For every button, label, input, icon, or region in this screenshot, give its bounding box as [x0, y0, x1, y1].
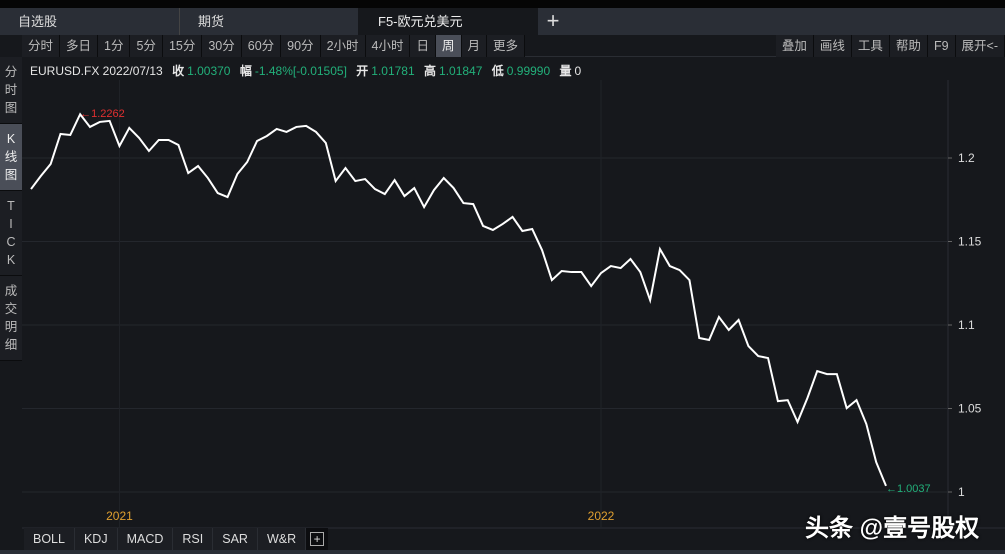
price-line — [30, 112, 887, 487]
bottom-bar — [0, 550, 1005, 554]
indicator-tab[interactable]: W&R — [257, 528, 307, 550]
indicator-tab[interactable]: KDJ — [74, 528, 118, 550]
y-tick-label: 1.15 — [958, 235, 982, 249]
x-tick-label: 2021 — [106, 509, 133, 523]
y-tick-label: 1.05 — [958, 402, 982, 416]
watermark: 头条 @壹号股权 — [805, 515, 980, 542]
plus-icon: + — [310, 532, 325, 546]
y-tick-label: 1.1 — [958, 318, 975, 332]
indicator-tab[interactable]: SAR — [213, 528, 258, 550]
y-tick-label: 1 — [958, 485, 965, 499]
add-indicator-button[interactable]: + — [306, 528, 328, 550]
y-tick-label: 1.2 — [958, 151, 975, 165]
last-price-label: ←1.0037 — [886, 483, 931, 495]
max-price-label: ←1.2262 — [80, 108, 125, 120]
indicator-tab[interactable]: RSI — [173, 528, 214, 550]
indicator-tab[interactable]: MACD — [117, 528, 174, 550]
indicator-tab[interactable]: BOLL — [24, 528, 75, 550]
price-chart[interactable]: 1 1.05 1.1 1.15 1.2 2021 2022 ←1.2262 ←1.0037 — [0, 0, 1005, 554]
indicator-tabs: BOLL KDJ MACD RSI SAR W&R + — [24, 528, 329, 550]
x-tick-label: 2022 — [588, 509, 615, 523]
